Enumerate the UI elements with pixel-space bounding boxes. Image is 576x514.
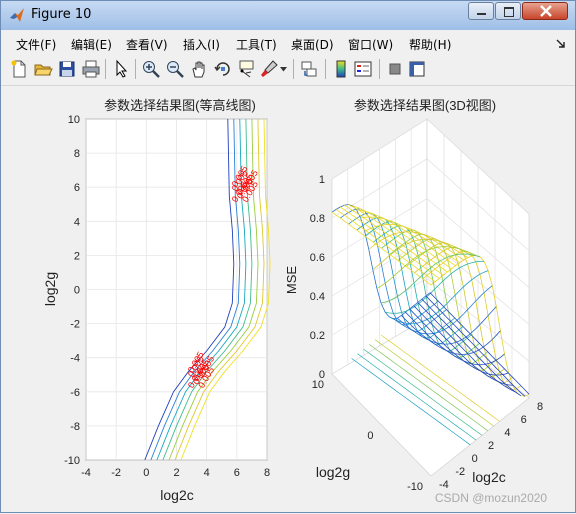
x-ticks: -4 -2 0 2 4 6 8 — [81, 467, 270, 479]
x-tick-label: 8 — [264, 467, 270, 479]
y-tick-label: -2 — [70, 319, 80, 331]
z-ticks: 00.20.40.60.81 — [310, 174, 325, 381]
y-tick-label: -10 — [64, 455, 80, 467]
datacursor-icon[interactable] — [237, 59, 257, 79]
x-tick-label: 2 — [488, 440, 494, 452]
open-icon[interactable] — [33, 59, 53, 79]
plots-svg: 参数选择结果图(等高线图) 0.0050.0050.0050.0050.0050… — [42, 98, 548, 505]
y-tick-label: -8 — [70, 421, 80, 433]
y-tick-label: 2 — [74, 250, 80, 262]
figure-canvas: 参数选择结果图(等高线图) 0.005 0.005 0.005 0.005 0.005 0… — [3, 86, 573, 510]
z-axis-label: MSE — [284, 266, 299, 295]
x-tick-label: -4 — [439, 479, 449, 491]
minimize-button[interactable] — [468, 2, 494, 20]
z-tick-label: 0.4 — [310, 291, 325, 303]
show-plot-tools-icon[interactable] — [407, 59, 427, 79]
menu-desktop[interactable]: 桌面(D) — [291, 36, 334, 53]
chart-title: 参数选择结果图(3D视图) — [354, 98, 496, 113]
x-axis-label: log2c — [160, 487, 193, 503]
y-tick-label: -4 — [70, 353, 80, 365]
maximize-button[interactable] — [495, 2, 521, 20]
menu-file[interactable]: 文件(F) — [16, 36, 56, 53]
pan-icon[interactable] — [189, 59, 209, 79]
toolbar — [1, 55, 575, 86]
x-tick-label: 6 — [234, 467, 240, 479]
hide-plot-tools-icon[interactable] — [385, 59, 405, 79]
toolbar-separator — [105, 59, 106, 79]
y-tick-label: 0 — [367, 430, 373, 442]
x-tick-label: 0 — [472, 453, 478, 465]
y-tick-label: -6 — [70, 387, 80, 399]
zoom-out-icon[interactable] — [165, 59, 185, 79]
new-icon[interactable] — [9, 59, 29, 79]
close-icon — [540, 5, 552, 17]
matlab-figure-window: Figure 10 文件(F) 编辑(E) 查看(V) 插入(I) 工具(T) … — [0, 0, 576, 513]
brush-icon[interactable] — [259, 59, 279, 79]
toolbar-separator — [135, 59, 136, 79]
x-tick-label: 2 — [173, 467, 179, 479]
x-tick-label: -4 — [81, 467, 91, 479]
menu-edit[interactable]: 编辑(E) — [71, 36, 112, 53]
matlab-logo-icon — [10, 8, 24, 22]
z-tick-label: 0.2 — [310, 330, 325, 342]
dock-arrow-icon[interactable] — [556, 39, 566, 49]
colorbar-icon[interactable] — [331, 59, 351, 79]
close-button[interactable] — [522, 2, 568, 20]
z-tick-label: 1 — [319, 174, 325, 186]
chart-title: 参数选择结果图(等高线图) — [104, 98, 256, 113]
title-bar: Figure 10 — [1, 1, 575, 30]
x-tick-label: 0 — [143, 467, 149, 479]
y-tick-label: 0 — [74, 285, 80, 297]
y-tick-label: -10 — [407, 481, 423, 493]
menu-bar: 文件(F) 编辑(E) 查看(V) 插入(I) 工具(T) 桌面(D) 窗口(W… — [1, 32, 575, 54]
y-ticks: 10 8 6 4 2 0 -2 -4 -6 -8 -10 — [64, 114, 80, 467]
toolbar-separator — [325, 59, 326, 79]
y-axis-label: log2g — [42, 272, 58, 306]
zoom-in-icon[interactable] — [141, 59, 161, 79]
x-tick-label: 4 — [204, 467, 210, 479]
save-icon[interactable] — [57, 59, 77, 79]
rotate-icon[interactable] — [213, 59, 233, 79]
x-tick-label: -2 — [455, 466, 465, 478]
watermark: CSDN @mozun2020 — [435, 491, 548, 505]
x-tick-label: 6 — [521, 414, 527, 426]
menu-window[interactable]: 窗口(W) — [348, 36, 393, 53]
pointer-icon[interactable] — [111, 59, 131, 79]
y-tick-label: 10 — [312, 379, 324, 391]
menu-insert[interactable]: 插入(I) — [183, 36, 220, 53]
link-icon[interactable] — [299, 59, 319, 79]
x-tick-label: 4 — [504, 427, 510, 439]
z-tick-label: 0.8 — [310, 213, 325, 225]
toolbar-separator — [293, 59, 294, 79]
y-tick-label: 10 — [68, 114, 80, 126]
y-tick-label: 4 — [74, 216, 80, 228]
legend-icon[interactable] — [353, 59, 373, 79]
surface-3d-plot: 参数选择结果图(3D视图) 00.20.40.60.81 -4-202468 1… — [284, 98, 543, 493]
z-tick-label: 0.6 — [310, 252, 325, 264]
dropdown-arrow-icon[interactable] — [280, 67, 287, 72]
toolbar-separator — [379, 59, 380, 79]
print-icon[interactable] — [81, 59, 101, 79]
contour-plot: 参数选择结果图(等高线图) 0.0050.0050.0050.0050.0050… — [42, 98, 271, 503]
y-tick-label: 6 — [74, 182, 80, 194]
menu-tools[interactable]: 工具(T) — [236, 36, 277, 53]
x-tick-label: -2 — [111, 467, 121, 479]
x-tick-label: 8 — [537, 401, 543, 413]
menu-view[interactable]: 查看(V) — [126, 36, 168, 53]
y-tick-label: 8 — [74, 148, 80, 160]
y-axis-label: log2g — [316, 464, 350, 480]
window-title: Figure 10 — [31, 7, 92, 22]
x-axis-label: log2c — [472, 469, 505, 485]
menu-help[interactable]: 帮助(H) — [409, 36, 451, 53]
